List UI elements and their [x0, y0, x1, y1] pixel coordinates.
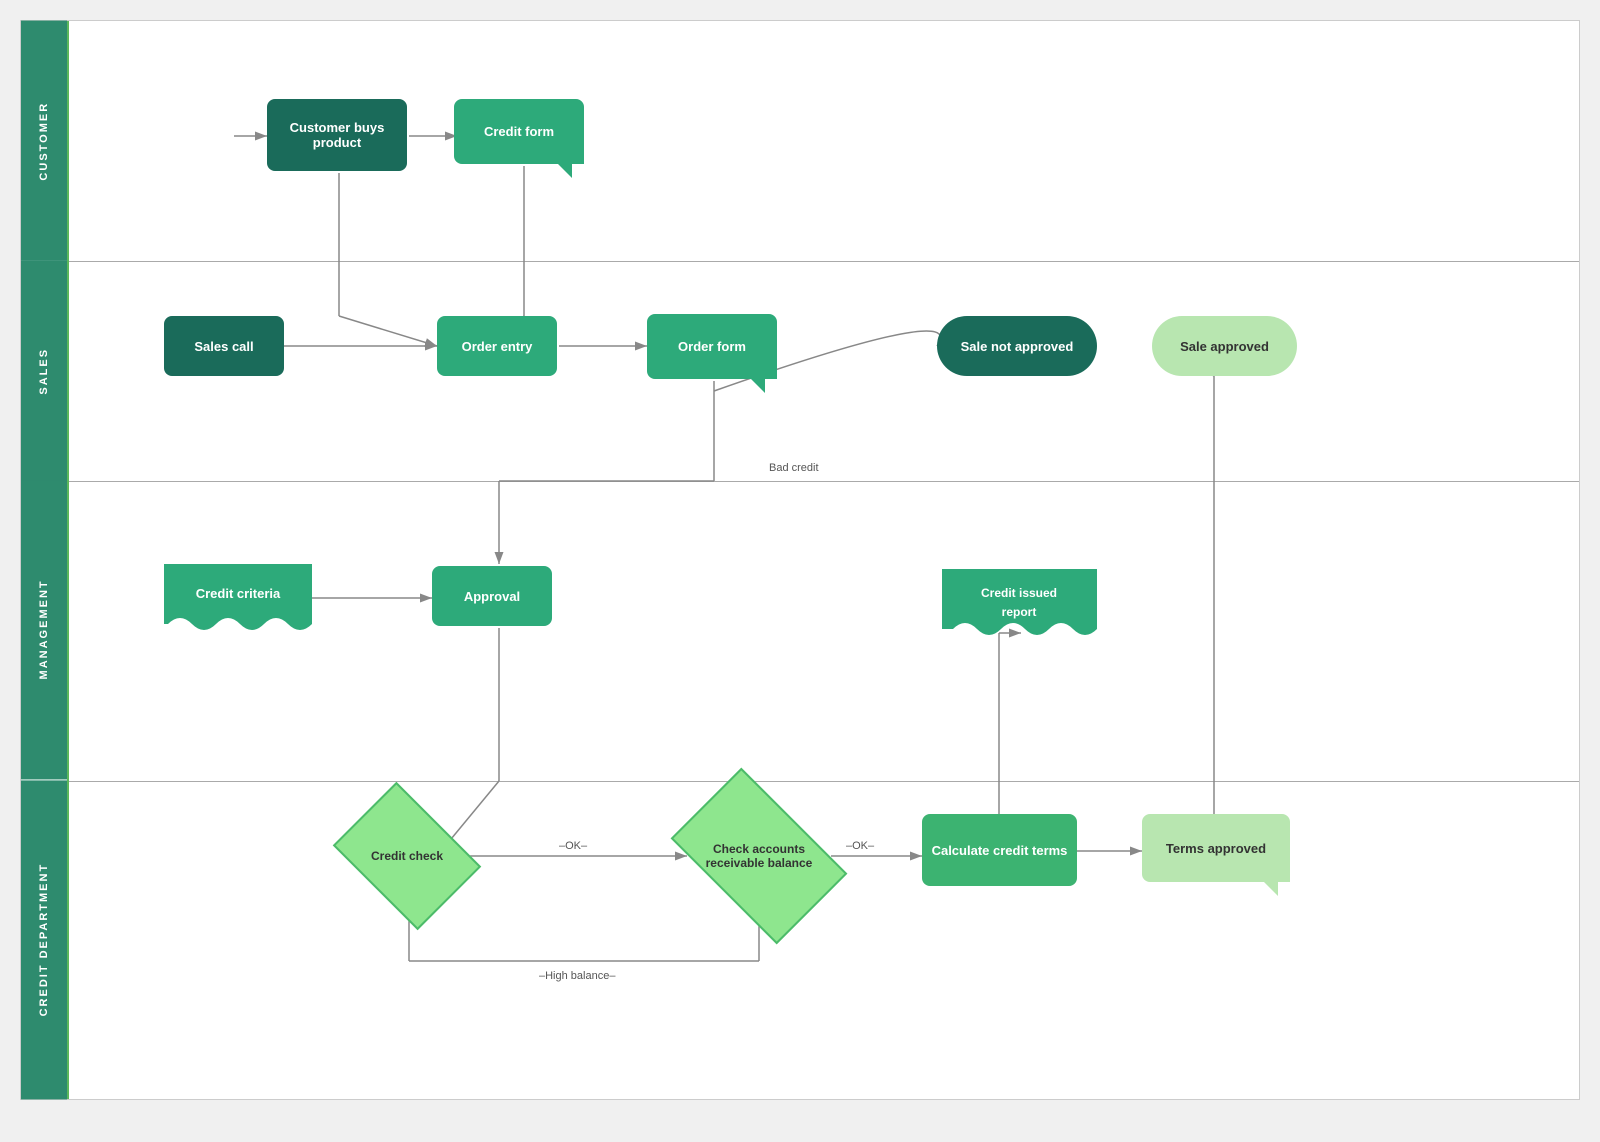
- node-sale-approved[interactable]: Sale approved: [1152, 316, 1297, 376]
- lane-labels: CUSTOMER SALES MANAGEMENT CREDIT DEPARTM…: [21, 21, 69, 1099]
- arrows-svg: Bad credit –OK– –OK– –High balance–: [69, 21, 1579, 1099]
- node-customer-buys[interactable]: Customer buys product: [267, 99, 407, 171]
- node-order-entry[interactable]: Order entry: [437, 316, 557, 376]
- node-order-form[interactable]: Order form: [647, 314, 777, 379]
- svg-text:–OK–: –OK–: [846, 840, 875, 852]
- node-credit-check[interactable]: Credit check: [347, 811, 467, 901]
- node-terms-approved[interactable]: Terms approved: [1142, 814, 1290, 882]
- svg-text:–OK–: –OK–: [559, 840, 588, 852]
- svg-text:report: report: [1002, 605, 1037, 619]
- node-sales-call[interactable]: Sales call: [164, 316, 284, 376]
- svg-text:Bad credit: Bad credit: [769, 462, 819, 474]
- lane-divider-1: [69, 261, 1579, 262]
- node-approval[interactable]: Approval: [432, 566, 552, 626]
- node-credit-issued[interactable]: Credit issued report: [942, 569, 1097, 644]
- node-check-accounts[interactable]: Check accounts receivable balance: [684, 806, 834, 906]
- node-credit-form[interactable]: Credit form: [454, 99, 584, 164]
- diagram-area: Bad credit –OK– –OK– –High balance– Cust…: [69, 21, 1579, 1099]
- lane-divider-2: [69, 481, 1579, 482]
- diagram-container: CUSTOMER SALES MANAGEMENT CREDIT DEPARTM…: [20, 20, 1580, 1100]
- lane-divider-3: [69, 781, 1579, 782]
- node-calculate-credit[interactable]: Calculate credit terms: [922, 814, 1077, 886]
- svg-text:–High balance–: –High balance–: [539, 970, 616, 982]
- lane-label-customer: CUSTOMER: [21, 21, 67, 261]
- node-credit-criteria[interactable]: Credit criteria: [164, 564, 312, 632]
- lane-label-credit: CREDIT DEPARTMENT: [21, 780, 67, 1099]
- svg-text:Credit issued: Credit issued: [981, 586, 1057, 600]
- lane-label-sales: SALES: [21, 261, 67, 481]
- lane-label-management: MANAGEMENT: [21, 480, 67, 779]
- node-sale-not-approved[interactable]: Sale not approved: [937, 316, 1097, 376]
- svg-text:Credit criteria: Credit criteria: [196, 586, 281, 601]
